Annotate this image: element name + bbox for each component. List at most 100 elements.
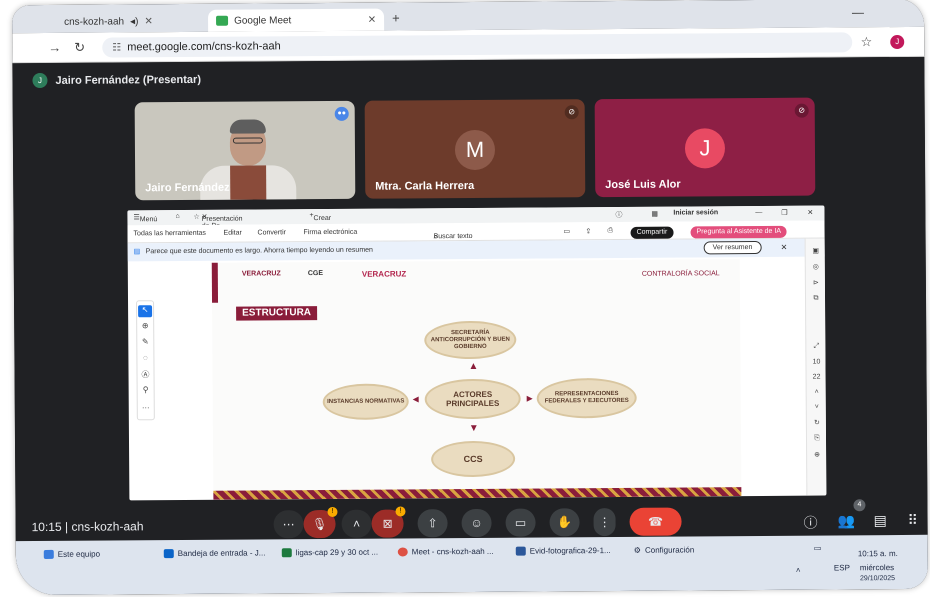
taskbar-item[interactable]: Bandeja de entrada - J... <box>163 548 265 559</box>
network-icon[interactable]: ▭ <box>814 544 822 553</box>
chat-icon[interactable]: ▤ <box>874 512 887 529</box>
participant-name: Jairo Fernández <box>145 181 230 195</box>
taskbar-item[interactable]: Este equipo <box>43 550 100 559</box>
page-total: 22 <box>812 373 821 381</box>
meeting-code: cns-kozh-aah <box>71 519 144 534</box>
taskbar-item[interactable]: Meet - cns-kozh-aah ... <box>397 546 494 557</box>
share-button[interactable]: Compartir <box>630 226 674 239</box>
mic-off-icon: ⊘ <box>794 103 809 118</box>
home-icon[interactable]: ⌂ <box>175 213 179 220</box>
presentation-slide: VERACRUZ CGE VERACRUZ CONTRALORÍA SOCIAL… <box>211 259 742 500</box>
reload-icon[interactable]: ↻ <box>74 40 85 56</box>
site-info-icon[interactable]: ☷ <box>112 42 121 53</box>
forward-icon[interactable]: → <box>48 40 61 55</box>
activities-icon[interactable]: ⠿ <box>908 512 918 529</box>
apps-icon[interactable]: ▦ <box>651 210 658 218</box>
print-icon[interactable]: ⎙ <box>608 227 614 235</box>
close-icon[interactable]: ✕ <box>807 209 813 217</box>
raise-hand-button[interactable]: ✋ <box>549 508 580 537</box>
taskbar-item[interactable]: ⚙ Configuración <box>634 545 695 554</box>
url-field[interactable]: ☷ meet.google.com/cns-kozh-aah <box>102 32 853 58</box>
speaker-icon: ◂) <box>130 15 139 27</box>
mic-warning-badge: ! <box>327 506 338 517</box>
expand-icon[interactable]: ⤢ <box>806 343 826 351</box>
new-tab-icon[interactable]: + <box>392 10 400 25</box>
pages-icon[interactable]: ▣ <box>806 247 826 255</box>
comment-icon[interactable]: ◎ <box>806 263 826 271</box>
meeting-info: 10:15 | cns-kozh-aah <box>32 519 144 534</box>
excel-icon <box>281 548 292 558</box>
slide-heading: ESTRUCTURA <box>236 306 318 321</box>
meet-icon <box>216 15 229 26</box>
help-icon[interactable]: ⓘ <box>615 210 622 220</box>
info-icon[interactable]: ⓘ <box>804 513 818 533</box>
end-call-button[interactable]: ☎ <box>629 507 682 536</box>
clock-time[interactable]: 10:15 a. m. <box>858 549 898 558</box>
save-icon[interactable]: ⎘ <box>807 435 826 443</box>
participant-tile[interactable]: ●● Jairo Fernández <box>134 100 356 201</box>
avatar: M <box>454 129 496 171</box>
bookmark-star-icon[interactable]: ☆ <box>861 34 873 50</box>
minimize-icon[interactable]: — <box>852 5 864 19</box>
tool-all[interactable]: Todas las herramientas <box>134 230 206 238</box>
participant-tile[interactable]: ⊘ J José Luis Alor <box>594 97 816 198</box>
comment-icon[interactable]: ▭ <box>564 227 571 235</box>
stamp-tool-icon[interactable]: ⚲ <box>139 385 153 397</box>
pen-tool-icon[interactable]: ✎ <box>138 337 152 349</box>
more-options-button[interactable]: ⋮ <box>593 507 616 537</box>
menu-button[interactable]: ☰ Menú <box>133 213 157 223</box>
view-summary-button[interactable]: Ver resumen <box>703 240 762 255</box>
logo-cge: CGE <box>307 270 324 278</box>
emoji-button[interactable]: ☺ <box>461 508 492 538</box>
copy-icon[interactable]: ⧉ <box>806 295 826 303</box>
zoom-tool-icon[interactable]: ⊕ <box>138 321 152 333</box>
close-icon[interactable]: ✕ <box>144 16 152 27</box>
restore-icon[interactable]: ❐ <box>781 209 787 217</box>
more-tools-icon[interactable]: … <box>139 401 153 413</box>
language-indicator[interactable]: ESP <box>834 563 850 572</box>
search-icon: ⌕ <box>433 233 438 241</box>
tool-edit[interactable]: Editar <box>224 230 242 237</box>
meet-stage: J Jairo Fernández (Presentar) ●● Jairo F… <box>12 56 928 542</box>
logo-veracruz: VERACRUZ <box>241 270 281 278</box>
chevron-up-icon[interactable]: ˄ <box>796 566 801 575</box>
url-text: meet.google.com/cns-kozh-aah <box>127 40 281 54</box>
pdf-tab[interactable]: ☆ Presentación de Po... ✕ <box>193 213 242 230</box>
lasso-tool-icon[interactable]: ◌ <box>138 353 152 365</box>
logo-contraloria-social: CONTRALORÍA SOCIAL <box>641 270 720 278</box>
participant-tile[interactable]: ⊘ M Mtra. Carla Herrera <box>364 99 586 199</box>
minimize-icon[interactable]: — <box>755 209 762 216</box>
taskbar-item[interactable]: ligas-cap 29 y 30 oct ... <box>281 548 378 558</box>
new-tab-button[interactable]: + Crear <box>309 212 331 222</box>
text-tool-icon[interactable]: Ⓐ <box>138 369 152 381</box>
bookmark-icon[interactable]: ⊳ <box>806 279 826 287</box>
tool-convert[interactable]: Convertir <box>258 229 286 236</box>
select-tool-icon[interactable]: ↖ <box>138 305 153 318</box>
more-options-left-icon[interactable]: ⋯ <box>273 510 304 539</box>
ai-assistant-button[interactable]: Pregunta al Asistente de IA <box>690 225 788 239</box>
info-icon: ▤ <box>133 248 141 256</box>
page-up-icon[interactable]: ˄ <box>807 389 827 396</box>
profile-avatar[interactable]: J <box>890 34 905 50</box>
slide-accent-bar <box>211 262 219 303</box>
people-icon[interactable]: 👥 <box>838 512 856 529</box>
camera-warning-badge: ! <box>395 506 406 517</box>
browser-tab-google-meet[interactable]: Google Meet ✕ <box>207 8 385 32</box>
close-icon[interactable]: ✕ <box>781 243 788 252</box>
participant-video-detail <box>229 119 266 134</box>
presenter-label: Jairo Fernández (Presentar) <box>55 73 202 87</box>
rotate-icon[interactable]: ↻ <box>807 419 827 427</box>
taskbar-label: Meet - cns-kozh-aah ... <box>411 546 494 557</box>
captions-button[interactable]: ▭ <box>505 508 536 537</box>
mic-options-icon[interactable]: ˄ <box>341 509 372 538</box>
word-icon <box>515 546 526 556</box>
taskbar-item[interactable]: Evid-fotografica-29-1... <box>515 546 611 556</box>
present-screen-button[interactable]: ⇧ <box>417 509 448 538</box>
zoom-in-icon[interactable]: ⊕ <box>807 451 826 459</box>
sign-in-link[interactable]: Iniciar sesión <box>673 209 718 216</box>
browser-tab-meeting[interactable]: cns-kozh-aah ◂) ✕ <box>56 10 161 33</box>
page-down-icon[interactable]: ˅ <box>807 404 827 411</box>
tool-esign[interactable]: Firma electrónica <box>304 229 358 236</box>
upload-icon[interactable]: ⇪ <box>586 227 592 235</box>
close-icon[interactable]: ✕ <box>368 14 376 25</box>
